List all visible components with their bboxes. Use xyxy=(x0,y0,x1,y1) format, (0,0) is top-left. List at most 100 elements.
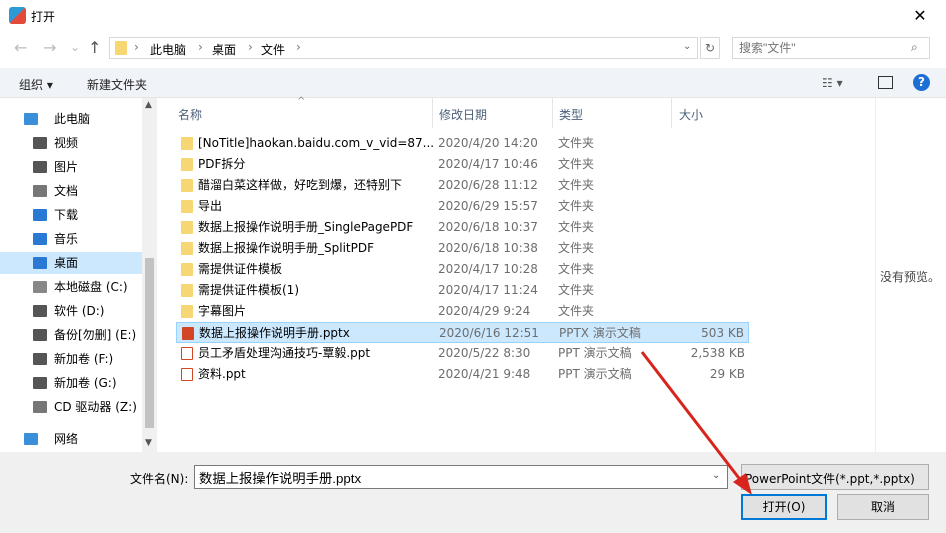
file-date: 2020/6/18 10:38 xyxy=(438,241,538,255)
file-date: 2020/4/29 9:24 xyxy=(438,304,531,318)
scrollbar-thumb[interactable] xyxy=(145,258,154,428)
window-title: 打开 xyxy=(31,10,56,24)
powerpoint-file-icon xyxy=(181,368,193,381)
sidebar-item-label: 此电脑 xyxy=(54,112,91,126)
sidebar-item[interactable]: 图片 xyxy=(0,156,142,178)
sidebar-item-label: 下载 xyxy=(54,208,79,222)
file-name: 醋溜白菜这样做，好吃到爆，还特别下 xyxy=(198,178,403,192)
organize-button[interactable]: 组织 ▾ xyxy=(19,76,53,93)
open-button[interactable]: 打开(O) xyxy=(741,494,827,520)
scroll-up-icon[interactable]: ▲ xyxy=(145,100,152,110)
address-bar[interactable]: › 此电脑 › 桌面 › 文件 › xyxy=(109,37,698,59)
file-date: 2020/6/28 11:12 xyxy=(438,178,538,192)
sidebar-item[interactable]: 文档 xyxy=(0,180,142,202)
new-folder-button[interactable]: 新建文件夹 xyxy=(87,76,147,93)
sidebar-item-label: CD 驱动器 (Z:) xyxy=(54,400,137,414)
sidebar-item[interactable]: 桌面 xyxy=(0,252,142,274)
sidebar-item[interactable]: 下载 xyxy=(0,204,142,226)
location-icon xyxy=(33,161,47,173)
file-name: PDF拆分 xyxy=(198,157,246,171)
file-type: 文件夹 xyxy=(558,304,595,318)
file-type: 文件夹 xyxy=(558,157,595,171)
help-icon[interactable]: ? xyxy=(913,74,930,91)
column-header-date[interactable]: 修改日期 xyxy=(439,106,487,123)
location-icon xyxy=(33,353,47,365)
location-icon xyxy=(33,257,47,269)
sidebar-item[interactable]: 备份[勿删] (E:) xyxy=(0,324,142,346)
sidebar-item[interactable]: 此电脑 xyxy=(0,108,142,130)
sidebar-item[interactable]: 网络 xyxy=(0,428,142,450)
file-row[interactable]: PDF拆分 2020/4/17 10:46 文件夹 xyxy=(176,154,749,175)
breadcrumb-item[interactable]: 此电脑 xyxy=(150,41,186,58)
sidebar-item[interactable]: 本地磁盘 (C:) xyxy=(0,276,142,298)
file-row[interactable]: 资料.ppt 2020/4/21 9:48 PPT 演示文稿 29 KB xyxy=(176,364,749,385)
file-row[interactable]: 数据上报操作说明手册.pptx 2020/6/16 12:51 PPTX 演示文… xyxy=(176,322,749,343)
file-date: 2020/4/20 14:20 xyxy=(438,136,538,150)
scroll-down-icon[interactable]: ▼ xyxy=(145,438,152,448)
back-button[interactable]: ← xyxy=(14,38,27,57)
search-input[interactable] xyxy=(732,37,930,59)
view-options-icon[interactable]: ☷ ▾ xyxy=(822,76,843,90)
chevron-right-icon: › xyxy=(198,40,203,54)
file-name: 需提供证件模板(1) xyxy=(198,283,299,297)
location-icon xyxy=(33,329,47,341)
chevron-down-icon[interactable]: ⌄ xyxy=(712,470,720,481)
file-row[interactable]: 需提供证件模板 2020/4/17 10:28 文件夹 xyxy=(176,259,749,280)
file-date: 2020/6/16 12:51 xyxy=(439,326,539,340)
file-type: 文件夹 xyxy=(558,241,595,255)
app-icon xyxy=(9,7,26,24)
column-header-type[interactable]: 类型 xyxy=(559,106,583,123)
chevron-right-icon: › xyxy=(296,40,301,54)
folder-icon xyxy=(181,305,193,318)
file-name: 员工矛盾处理沟通技巧-覃毅.ppt xyxy=(198,346,371,360)
forward-button[interactable]: → xyxy=(43,38,56,57)
chevron-right-icon: › xyxy=(248,40,253,54)
file-name: 需提供证件模板 xyxy=(198,262,283,276)
folder-icon xyxy=(181,263,193,276)
file-date: 2020/4/17 11:24 xyxy=(438,283,538,297)
close-button[interactable]: ✕ xyxy=(905,4,935,28)
sidebar-item-label: 视频 xyxy=(54,136,79,150)
refresh-button[interactable]: ↻ xyxy=(700,37,720,59)
sidebar-item-label: 网络 xyxy=(54,432,79,446)
sidebar-item[interactable]: 音乐 xyxy=(0,228,142,250)
sidebar-item-label: 音乐 xyxy=(54,232,79,246)
location-icon xyxy=(33,305,47,317)
file-row[interactable]: 导出 2020/6/29 15:57 文件夹 xyxy=(176,196,749,217)
up-button[interactable]: ↑ xyxy=(88,38,101,57)
file-row[interactable]: 醋溜白菜这样做，好吃到爆，还特别下 2020/6/28 11:12 文件夹 xyxy=(176,175,749,196)
folder-icon xyxy=(181,137,193,150)
sidebar-item[interactable]: 视频 xyxy=(0,132,142,154)
recent-locations-button[interactable]: ⌄ xyxy=(70,40,80,54)
file-type-select[interactable]: PowerPoint文件(*.ppt,*.pptx) xyxy=(741,464,929,490)
folder-icon xyxy=(181,242,193,255)
column-header-size[interactable]: 大小 xyxy=(679,106,703,123)
sidebar-item[interactable]: 软件 (D:) xyxy=(0,300,142,322)
breadcrumb-item[interactable]: 文件 xyxy=(261,41,285,58)
file-row[interactable]: 需提供证件模板(1) 2020/4/17 11:24 文件夹 xyxy=(176,280,749,301)
sidebar-item-label: 桌面 xyxy=(54,256,79,270)
column-header-name[interactable]: 名称 xyxy=(178,106,202,123)
sidebar-item[interactable]: CD 驱动器 (Z:) xyxy=(0,396,142,418)
file-name: 导出 xyxy=(198,199,223,213)
location-icon xyxy=(33,185,47,197)
sidebar-item-label: 图片 xyxy=(54,160,79,174)
chevron-down-icon[interactable]: ⌄ xyxy=(683,41,691,52)
file-type: 文件夹 xyxy=(558,136,595,150)
sidebar-item[interactable]: 新加卷 (F:) xyxy=(0,348,142,370)
file-date: 2020/6/18 10:37 xyxy=(438,220,538,234)
location-icon xyxy=(33,233,47,245)
preview-pane-icon[interactable] xyxy=(878,76,893,89)
file-row[interactable]: 字幕图片 2020/4/29 9:24 文件夹 xyxy=(176,301,749,322)
file-row[interactable]: [NoTitle]haokan.baidu.com_v_vid=87... 20… xyxy=(176,133,749,154)
file-row[interactable]: 员工矛盾处理沟通技巧-覃毅.ppt 2020/5/22 8:30 PPT 演示文… xyxy=(176,343,749,364)
sidebar-item[interactable]: 新加卷 (G:) xyxy=(0,372,142,394)
cancel-button[interactable]: 取消 xyxy=(837,494,929,520)
file-type: 文件夹 xyxy=(558,199,595,213)
file-row[interactable]: 数据上报操作说明手册_SplitPDF 2020/6/18 10:38 文件夹 xyxy=(176,238,749,259)
breadcrumb-item[interactable]: 桌面 xyxy=(212,41,236,58)
file-size: 503 KB xyxy=(701,326,744,340)
file-row[interactable]: 数据上报操作说明手册_SinglePagePDF 2020/6/18 10:37… xyxy=(176,217,749,238)
file-type: PPT 演示文稿 xyxy=(558,367,632,381)
filename-input[interactable] xyxy=(194,465,728,489)
